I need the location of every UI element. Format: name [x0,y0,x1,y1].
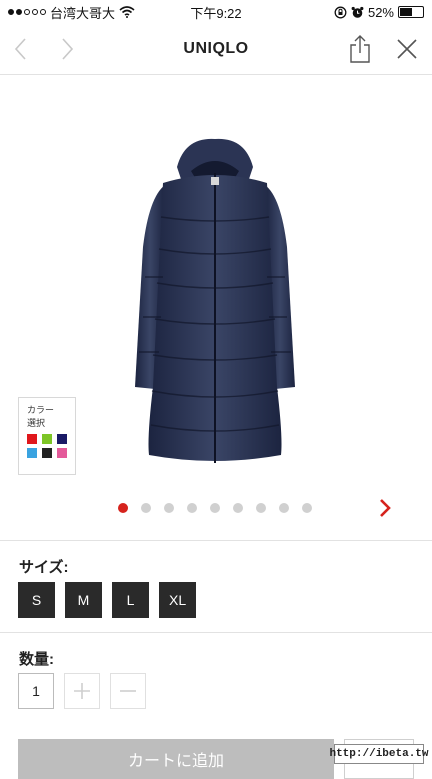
carousel-dot[interactable] [118,503,128,513]
carousel-dot[interactable] [164,503,174,513]
watermark: http://ibeta.tw [329,744,429,764]
battery-percent: 52% [367,4,394,20]
color-swatch[interactable] [57,434,67,444]
carousel-dot[interactable] [210,503,220,513]
signal-strength-icon [8,9,46,15]
carousel-dot[interactable] [256,503,266,513]
plus-icon [74,683,90,699]
carousel-dot[interactable] [233,503,243,513]
share-button[interactable] [345,34,375,64]
divider [0,632,432,633]
minus-icon [120,690,136,692]
quantity-input[interactable]: 1 [18,673,54,709]
color-picker-label: カラー [27,405,55,415]
chevron-right-icon [380,499,391,517]
color-swatch[interactable] [57,448,67,458]
size-label: サイズ: [19,559,69,576]
size-options: S M L XL [18,582,197,618]
carousel-dot[interactable] [302,503,312,513]
battery-icon [398,6,424,18]
color-swatch[interactable] [27,434,37,444]
quantity-label: 数量: [19,651,54,668]
carrier-name: 台湾大哥大 [50,5,116,21]
color-swatch[interactable] [42,434,52,444]
carousel-dot[interactable] [279,503,289,513]
quantity-stepper: 1 [18,673,146,709]
decrement-button[interactable] [110,673,146,709]
wifi-icon [119,6,135,18]
size-option-s[interactable]: S [18,582,55,618]
color-picker[interactable]: カラー 選択 [18,397,76,475]
add-to-cart-button[interactable]: カートに追加 [18,739,334,779]
size-option-l[interactable]: L [112,582,149,618]
divider [0,540,432,541]
carousel-dot[interactable] [141,503,151,513]
product-image[interactable] [115,137,315,477]
alarm-icon [351,6,364,18]
size-option-xl[interactable]: XL [159,582,197,618]
carousel-next-button[interactable] [378,498,392,523]
color-swatch[interactable] [42,448,52,458]
size-option-m[interactable]: M [65,582,102,618]
color-picker-label-2: 選択 [27,418,46,428]
increment-button[interactable] [64,673,100,709]
rotation-lock-icon [334,6,347,18]
carousel-pager [0,499,432,517]
product-hero: カラー 選択 [0,75,432,515]
share-icon [350,35,370,63]
color-swatch[interactable] [27,448,37,458]
nav-bar: UNIQLO [0,24,432,75]
carousel-dot[interactable] [187,503,197,513]
status-bar: 台湾大哥大 下午9:22 52% [0,0,432,24]
close-button[interactable] [392,34,422,64]
close-icon [397,39,417,59]
